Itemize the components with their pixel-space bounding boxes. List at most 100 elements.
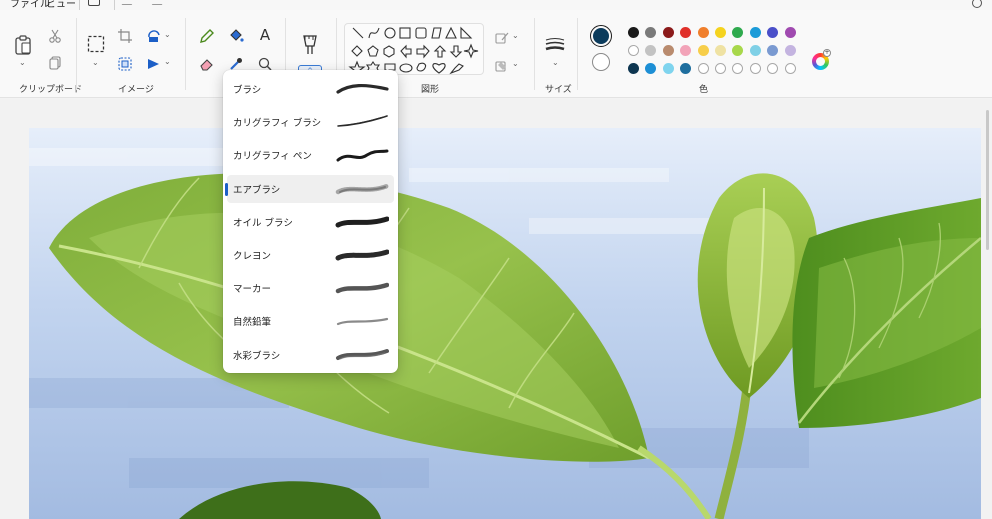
menu-bar: ファイル ビュー (0, 0, 992, 10)
color-swatch[interactable] (680, 27, 692, 38)
group-label-size: サイズ (545, 85, 572, 95)
group-separator (577, 18, 578, 90)
color-swatch[interactable] (628, 45, 639, 56)
brush-option-label: オイル ブラシ (233, 217, 293, 229)
shape-fill-chevron-icon[interactable]: ⌄ (512, 59, 519, 68)
brush-option-calligraphy-pen[interactable]: カリグラフィ ペン (227, 141, 394, 169)
fill-bucket-icon[interactable] (227, 27, 245, 45)
select-icon[interactable] (86, 34, 106, 54)
color-swatch[interactable] (715, 45, 726, 56)
flip-dropdown-chevron-icon[interactable]: ⌄ (164, 57, 171, 66)
color-swatch[interactable] (715, 27, 726, 38)
brush-stroke-icon (336, 84, 389, 94)
brush-option-label: 水彩ブラシ (233, 350, 281, 362)
color-swatch[interactable] (628, 27, 639, 38)
select-dropdown-chevron-icon[interactable]: ⌄ (92, 58, 99, 67)
group-label-image: イメージ (118, 85, 154, 95)
color-swatch[interactable] (662, 27, 674, 38)
color-swatch[interactable] (767, 45, 779, 56)
stroke-size-chevron-icon[interactable]: ⌄ (552, 58, 559, 67)
stroke-size-icon[interactable] (544, 36, 566, 54)
vertical-scrollbar[interactable] (986, 110, 989, 250)
shapes-gallery-icons[interactable] (345, 24, 485, 76)
color-swatch[interactable] (749, 63, 761, 74)
color-swatch[interactable] (645, 63, 657, 74)
paste-dropdown-chevron-icon[interactable]: ⌄ (19, 58, 26, 67)
brush-option-label: 自然鉛筆 (233, 317, 272, 329)
secondary-color-swatch[interactable] (592, 53, 610, 71)
brush-option-brush[interactable]: ブラシ (227, 75, 394, 103)
color-swatch[interactable] (680, 45, 692, 56)
rotate-dropdown-chevron-icon[interactable]: ⌄ (164, 30, 171, 39)
color-swatch[interactable] (662, 63, 674, 74)
group-separator (534, 18, 535, 90)
color-swatch[interactable] (749, 27, 761, 38)
brush-option-calligraphy-brush[interactable]: カリグラフィ ブラシ (227, 108, 394, 136)
color-swatch[interactable] (645, 27, 657, 38)
crayon-stroke-icon (335, 249, 389, 261)
marker-stroke-icon (335, 282, 389, 294)
flip-icon[interactable] (146, 56, 162, 72)
color-swatch[interactable] (784, 27, 796, 38)
paste-icon[interactable] (12, 34, 34, 56)
calligraphy-pen-stroke-icon (336, 149, 389, 162)
color-swatch[interactable] (697, 45, 709, 56)
brush-option-label: カリグラフィ ペン (233, 151, 312, 163)
color-swatch[interactable] (767, 27, 779, 38)
oil-brush-stroke-icon (335, 216, 389, 228)
rotate-icon[interactable] (146, 28, 162, 44)
pencil-icon[interactable] (198, 27, 216, 45)
brush-option-label: エアブラシ (233, 184, 281, 196)
color-swatch[interactable] (697, 63, 709, 74)
shape-outline-icon[interactable] (494, 30, 510, 46)
undo-icon[interactable] (121, 0, 137, 5)
text-tool-icon[interactable]: A (256, 25, 274, 45)
crop-icon[interactable] (117, 28, 133, 44)
menu-separator (114, 0, 115, 10)
eraser-icon[interactable] (198, 55, 216, 73)
brush-option-crayon[interactable]: クレヨン (227, 241, 394, 269)
shapes-gallery (344, 23, 485, 76)
brush-option-label: マーカー (233, 284, 272, 296)
color-swatch[interactable] (715, 63, 726, 74)
group-label-shapes: 図形 (421, 85, 440, 95)
brush-option-airbrush[interactable]: エアブラシ (225, 174, 394, 203)
shape-fill-icon[interactable] (494, 58, 510, 74)
watercolor-brush-stroke-icon (336, 348, 389, 360)
brush-option-natural-pencil[interactable]: 自然鉛筆 (227, 307, 394, 335)
save-icon[interactable] (88, 0, 100, 6)
color-swatch[interactable] (697, 27, 709, 38)
account-icon[interactable] (972, 0, 982, 8)
drawing-canvas[interactable] (29, 128, 981, 519)
brushes-dropdown-menu: ブラシカリグラフィ ブラシカリグラフィ ペン エアブラシオイル ブラシ クレヨンマー… (223, 70, 398, 373)
color-swatch[interactable] (784, 63, 796, 74)
menu-view[interactable]: ビュー (46, 0, 76, 10)
add-color-plus-icon[interactable]: + (823, 49, 831, 57)
cut-icon[interactable] (47, 28, 63, 44)
resize-icon[interactable] (117, 56, 133, 72)
primary-color-swatch[interactable] (590, 25, 612, 47)
color-swatch[interactable] (662, 45, 674, 56)
color-swatch[interactable] (732, 63, 744, 74)
group-label-colors: 色 (699, 85, 709, 95)
color-swatch[interactable] (784, 45, 796, 56)
brush-option-watercolor-brush[interactable]: 水彩ブラシ (227, 341, 394, 369)
color-swatch[interactable] (628, 63, 639, 74)
color-swatch[interactable] (732, 27, 744, 38)
group-label-clipboard: クリップボード (19, 85, 83, 95)
copy-icon[interactable] (47, 55, 63, 71)
brush-option-oil-brush[interactable]: オイル ブラシ (227, 208, 394, 236)
brush-option-label: クレヨン (233, 251, 272, 262)
color-swatch[interactable] (645, 45, 657, 56)
ribbon-toolbar: ⌄ クリップボード ⌄ ⌄ ⌄ イメージ A ⌄ ⌄ 図形 ⌄ サイズ + 色 (0, 10, 992, 98)
shape-outline-chevron-icon[interactable]: ⌄ (512, 31, 519, 40)
color-swatch[interactable] (767, 63, 779, 74)
color-swatch[interactable] (732, 45, 744, 56)
brush-option-marker[interactable]: マーカー (227, 274, 394, 302)
color-swatch[interactable] (749, 45, 761, 56)
redo-icon[interactable] (147, 0, 163, 5)
menu-separator (79, 0, 80, 10)
menu-file[interactable]: ファイル (10, 0, 50, 10)
natural-pencil-stroke-icon (336, 318, 389, 326)
color-swatch[interactable] (680, 63, 692, 74)
